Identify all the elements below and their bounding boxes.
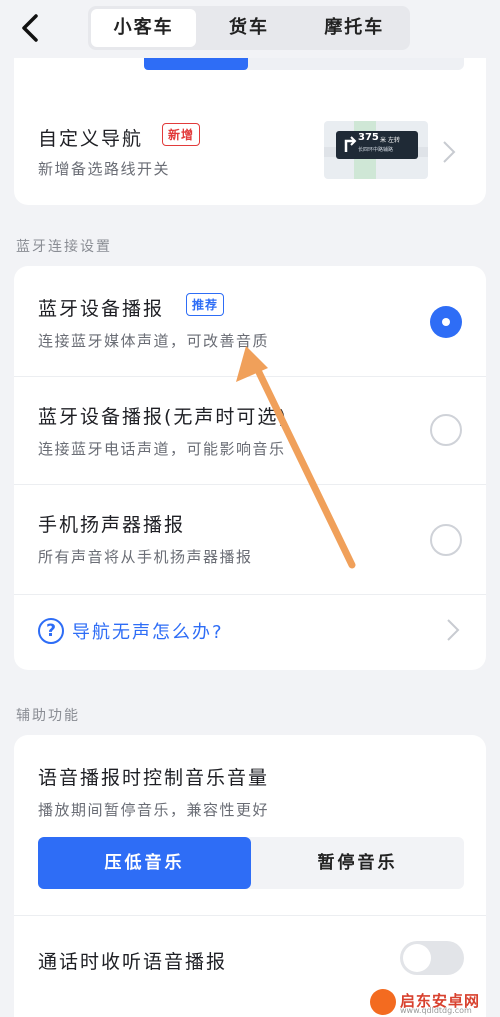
music-control-subtitle: 播放期间暂停音乐，兼容性更好 bbox=[38, 801, 270, 819]
divider bbox=[14, 376, 486, 377]
route-preview-thumbnail: 375 米 左转 长四环中路辅路 bbox=[324, 121, 428, 179]
tab-motorcycle[interactable]: 摩托车 bbox=[302, 9, 407, 47]
bluetooth-section-title: 蓝牙连接设置 bbox=[16, 239, 112, 255]
watermark-logo-icon bbox=[370, 989, 396, 1015]
divider bbox=[14, 594, 486, 595]
call-broadcast-title: 通话时收听语音播报 bbox=[38, 951, 228, 973]
radio-bluetooth-call[interactable] bbox=[430, 414, 462, 446]
call-broadcast-switch[interactable] bbox=[400, 941, 464, 975]
segment-strip-active[interactable] bbox=[144, 58, 248, 70]
switch-knob bbox=[403, 944, 431, 972]
vehicle-type-tabs: 小客车 货车 摩托车 bbox=[88, 6, 410, 50]
thumb-unit: 米 bbox=[380, 137, 387, 144]
assist-settings-card: 语音播报时控制音乐音量 播放期间暂停音乐，兼容性更好 压低音乐 暂停音乐 通话时… bbox=[14, 735, 486, 1017]
pause-music-option[interactable]: 暂停音乐 bbox=[251, 837, 464, 889]
lower-music-option[interactable]: 压低音乐 bbox=[38, 837, 251, 889]
divider bbox=[14, 915, 486, 916]
music-control-title: 语音播报时控制音乐音量 bbox=[38, 767, 270, 789]
assist-section-title: 辅助功能 bbox=[16, 708, 80, 724]
watermark-url: www.qdldtdg.com bbox=[400, 1006, 472, 1015]
thumb-action: 左转 bbox=[388, 137, 401, 144]
help-link[interactable]: 导航无声怎么办? bbox=[72, 618, 224, 644]
bluetooth-media-subtitle: 连接蓝牙媒体声道，可改善音质 bbox=[38, 332, 270, 350]
bluetooth-media-title: 蓝牙设备播报 bbox=[38, 298, 165, 320]
recommended-badge: 推荐 bbox=[186, 293, 225, 316]
bluetooth-call-subtitle: 连接蓝牙电话声道，可能影响音乐 bbox=[38, 440, 286, 458]
phone-speaker-subtitle: 所有声音将从手机扬声器播报 bbox=[38, 548, 253, 566]
divider bbox=[14, 484, 486, 485]
radio-phone-speaker[interactable] bbox=[430, 524, 462, 556]
bluetooth-settings-card: 蓝牙设备播报 推荐 连接蓝牙媒体声道，可改善音质 蓝牙设备播报(无声时可选) 连… bbox=[14, 266, 486, 670]
music-mode-toggle: 压低音乐 暂停音乐 bbox=[38, 837, 464, 889]
phone-speaker-title: 手机扬声器播报 bbox=[38, 514, 186, 536]
chevron-right-icon[interactable] bbox=[442, 140, 456, 164]
new-badge: 新增 bbox=[162, 123, 201, 146]
custom-navigation-title: 自定义导航 bbox=[38, 128, 144, 150]
back-arrow-icon[interactable] bbox=[16, 10, 46, 46]
site-watermark: 启东安卓网 www.qdldtdg.com bbox=[370, 988, 500, 1017]
bluetooth-call-title: 蓝牙设备播报(无声时可选) bbox=[38, 406, 288, 428]
chevron-right-icon[interactable] bbox=[446, 618, 460, 642]
thumb-distance: 375 bbox=[358, 132, 379, 143]
top-bar: 小客车 货车 摩托车 bbox=[0, 0, 500, 58]
tab-car[interactable]: 小客车 bbox=[91, 9, 197, 47]
thumb-road: 长四环中路辅路 bbox=[358, 147, 394, 153]
custom-navigation-subtitle: 新增备选路线开关 bbox=[38, 160, 171, 178]
tab-truck[interactable]: 货车 bbox=[196, 9, 301, 47]
radio-bluetooth-media[interactable] bbox=[430, 306, 462, 338]
help-question-icon[interactable]: ? bbox=[38, 618, 64, 644]
